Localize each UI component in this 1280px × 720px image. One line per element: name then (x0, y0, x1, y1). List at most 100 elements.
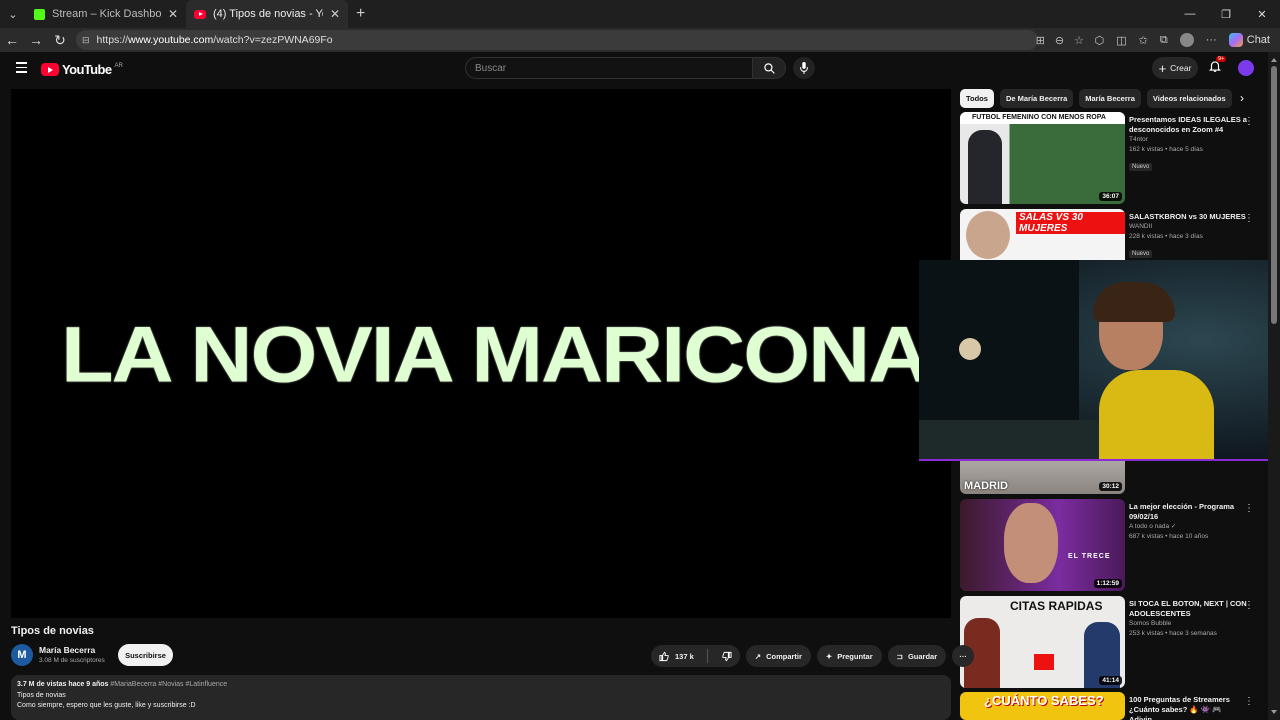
thumbnail-text: ¿CUÁNTO SABES? (984, 693, 1104, 708)
close-window-icon[interactable]: ✕ (1244, 0, 1280, 28)
channel-avatar[interactable]: M (11, 644, 33, 666)
video-meta: 228 k vistas • hace 3 días (1129, 233, 1203, 240)
hashtags[interactable]: #MariaBecerra #Novias #Latinfluence (110, 681, 227, 688)
forward-icon[interactable]: → (24, 32, 48, 48)
webcam-overlay (919, 260, 1272, 461)
restore-icon[interactable]: ❐ (1208, 0, 1244, 28)
ask-button[interactable]: ✦ Preguntar (816, 645, 882, 667)
webcam-person-shirt (1099, 370, 1214, 459)
page-scrollbar[interactable] (1268, 52, 1280, 720)
url-field[interactable]: ⊟ https://www.youtube.com/watch?v=zezPWN… (76, 30, 1038, 50)
video-meta: 687 k vistas • hace 10 años (1129, 533, 1209, 540)
refresh-icon[interactable]: ↻ (48, 32, 72, 49)
video-title[interactable]: La mejor elección - Programa 09/02/16 (1129, 502, 1247, 522)
video-thumbnail[interactable]: FUTBOL FEMENINO CON MENOS ROPA 36:07 (960, 112, 1125, 204)
plus-icon: + (1158, 60, 1167, 76)
copilot-chat-button[interactable]: Chat (1228, 33, 1270, 47)
youtube-header: YouTube AR Buscar + Crear 9+ (0, 52, 1268, 86)
profile-avatar[interactable] (1179, 33, 1194, 47)
favorites-icon[interactable]: ✩ (1139, 34, 1148, 47)
related-filter-chips: Todos De María Becerra María Becerra Vid… (960, 88, 1260, 108)
more-vert-icon[interactable]: ⋮ (1244, 696, 1254, 707)
create-button[interactable]: + Crear (1152, 57, 1198, 79)
video-title[interactable]: SI TOCA EL BOTON, NEXT | CON ADOLESCENTE… (1129, 599, 1247, 619)
close-tab-icon[interactable]: ✕ (330, 7, 340, 21)
search-button[interactable] (752, 57, 786, 79)
new-tab-icon[interactable]: + (356, 5, 365, 23)
save-button[interactable]: ⊐ Guardar (887, 645, 947, 667)
video-title[interactable]: Presentamos IDEAS ILEGALES a desconocido… (1129, 115, 1247, 135)
extensions-icon[interactable]: ⬡ (1095, 34, 1105, 47)
channel-name[interactable]: T4ntor (1129, 135, 1247, 145)
url-text: https://www.youtube.com/watch?v=zezPWNA6… (96, 34, 333, 46)
list-item[interactable]: CITAS RAPIDAS 41:14 SI TOCA EL BOTON, NE… (960, 596, 1260, 688)
subscribe-button[interactable]: Suscribirse (118, 644, 173, 666)
video-title[interactable]: SALASTKBRON vs 30 MUJERES (1129, 212, 1247, 222)
thumbnail-text: SALAS VS 30 MUJERES (1016, 212, 1125, 234)
channel-name[interactable]: WANDII (1129, 222, 1247, 232)
scroll-up-icon[interactable] (1271, 58, 1277, 62)
scrollbar-thumb[interactable] (1271, 66, 1277, 324)
split-screen-icon[interactable]: ◫ (1116, 34, 1126, 47)
more-vert-icon[interactable]: ⋮ (1244, 600, 1254, 611)
thumbnail-person (966, 211, 1010, 259)
site-info-icon[interactable]: ⊟ (82, 35, 90, 46)
channel-name[interactable]: A todo o nada ✓ (1129, 522, 1247, 532)
tab-kick-dashboard[interactable]: Stream – Kick Dashboard ✕ (26, 0, 186, 28)
chevron-right-icon[interactable]: › (1240, 91, 1244, 105)
description-box[interactable]: 3.7 M de vistas hace 9 años #MariaBecerr… (11, 675, 951, 720)
ask-label: Preguntar (837, 651, 873, 661)
thumbnail-text: CITAS RAPIDAS (1010, 599, 1103, 613)
logo-country-code: AR (114, 62, 123, 69)
tab-actions-menu-icon[interactable]: ⌄ (0, 0, 26, 28)
more-options-icon[interactable]: ··· (1206, 34, 1217, 46)
video-duration: 41:14 (1099, 676, 1122, 685)
description-line: Tipos de novias (17, 691, 66, 699)
video-title[interactable]: 100 Preguntas de Streamers ¿Cuánto sabes… (1129, 695, 1247, 720)
minimize-icon[interactable]: — (1172, 0, 1208, 28)
more-vert-icon[interactable]: ⋮ (1244, 503, 1254, 514)
search-input[interactable]: Buscar (465, 57, 752, 79)
menu-hamburger-icon[interactable] (16, 62, 27, 76)
list-item[interactable]: FUTBOL FEMENINO CON MENOS ROPA 36:07 Pre… (960, 112, 1260, 204)
scroll-down-icon[interactable] (1271, 710, 1277, 714)
collections-icon[interactable]: ⧉ (1160, 34, 1168, 47)
dislike-button[interactable] (713, 645, 740, 667)
webcam-desk (919, 420, 1119, 459)
video-player[interactable]: LA NOVIA MARICONA (11, 89, 951, 618)
list-item[interactable]: ¿CUÁNTO SABES? 100 Preguntas de Streamer… (960, 692, 1260, 720)
video-thumbnail[interactable]: CITAS RAPIDAS 41:14 (960, 596, 1125, 688)
more-vert-icon[interactable]: ⋮ (1244, 116, 1254, 127)
chip-from-channel[interactable]: De María Becerra (999, 88, 1074, 108)
chip-channel[interactable]: María Becerra (1079, 88, 1141, 108)
youtube-logo[interactable]: YouTube AR (41, 62, 123, 77)
more-actions-button[interactable]: ··· (952, 645, 975, 667)
back-icon[interactable]: ← (0, 32, 24, 48)
channel-name-main[interactable]: María Becerra (39, 645, 95, 655)
video-thumbnail[interactable]: ¿CUÁNTO SABES? (960, 692, 1125, 720)
more-vert-icon[interactable]: ⋮ (1244, 213, 1254, 224)
thumbnail-text: FUTBOL FEMENINO CON MENOS ROPA (972, 114, 1106, 121)
channel-name[interactable]: Somos Bubble (1129, 619, 1247, 629)
chip-all[interactable]: Todos (960, 88, 994, 108)
video-thumbnail[interactable]: EL TRECE 1:12:59 (960, 499, 1125, 591)
youtube-favicon-icon (194, 9, 206, 19)
list-item[interactable]: EL TRECE 1:12:59 La mejor elección - Pro… (960, 499, 1260, 591)
notifications-button[interactable]: 9+ (1208, 56, 1227, 73)
close-tab-icon[interactable]: ✕ (168, 7, 178, 21)
zoom-icon[interactable]: ⊖ (1055, 34, 1064, 47)
tab-youtube[interactable]: (4) Tipos de novias - YouTube ✕ (186, 0, 348, 28)
app-install-icon[interactable]: ⊞ (1036, 34, 1045, 47)
like-button[interactable]: 137 k (651, 645, 702, 667)
tab-label: Stream – Kick Dashboard (52, 8, 161, 20)
chip-related[interactable]: Videos relacionados (1146, 88, 1232, 108)
voice-search-button[interactable] (793, 57, 815, 79)
video-duration: 1:12:59 (1093, 579, 1122, 588)
video-meta: 253 k vistas • hace 3 semanas (1129, 630, 1217, 637)
share-button[interactable]: ↗ Compartir (745, 645, 811, 667)
favorite-star-icon[interactable]: ☆ (1074, 34, 1084, 47)
views-and-date: 3.7 M de vistas hace 9 años (17, 681, 109, 688)
copilot-icon (1228, 33, 1243, 47)
account-avatar[interactable] (1238, 60, 1254, 76)
webcam-person-hair (1093, 282, 1175, 322)
